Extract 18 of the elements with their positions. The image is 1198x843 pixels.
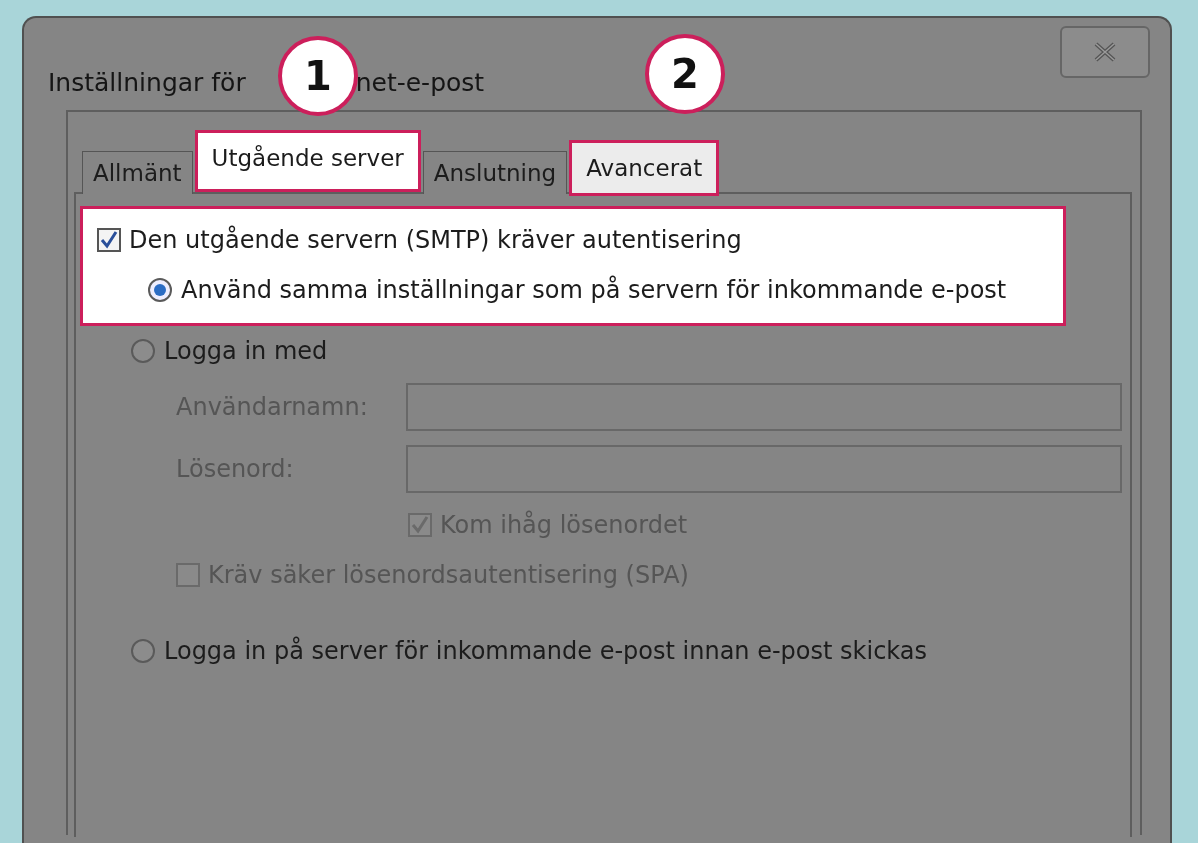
option-label: Logga in på server för inkommande e-post innan e-post skickas <box>164 635 928 667</box>
window-title: net-e-post <box>355 67 485 99</box>
radio-button[interactable] <box>130 338 156 364</box>
radio-button[interactable] <box>130 638 156 664</box>
callout-number: 2 <box>645 34 725 114</box>
radio-button[interactable] <box>147 277 173 303</box>
tab[interactable]: Anslutning <box>422 150 568 194</box>
tab[interactable]: Allmänt <box>82 150 193 194</box>
option-label: Den utgående servern (SMTP) kräver autentisering <box>129 224 742 256</box>
callout-number: 1 <box>278 36 358 116</box>
tab[interactable]: Utgående server <box>194 130 421 192</box>
checkbox[interactable] <box>97 228 121 252</box>
close-icon <box>1094 42 1116 62</box>
close-button[interactable] <box>1060 26 1150 78</box>
window-title: Inställningar för <box>48 67 246 99</box>
option-label: Logga in med <box>164 336 328 367</box>
tab[interactable]: Avancerat <box>569 140 720 196</box>
option-label: Använd samma inställningar som på servern för inkommande e-post <box>181 274 1007 306</box>
